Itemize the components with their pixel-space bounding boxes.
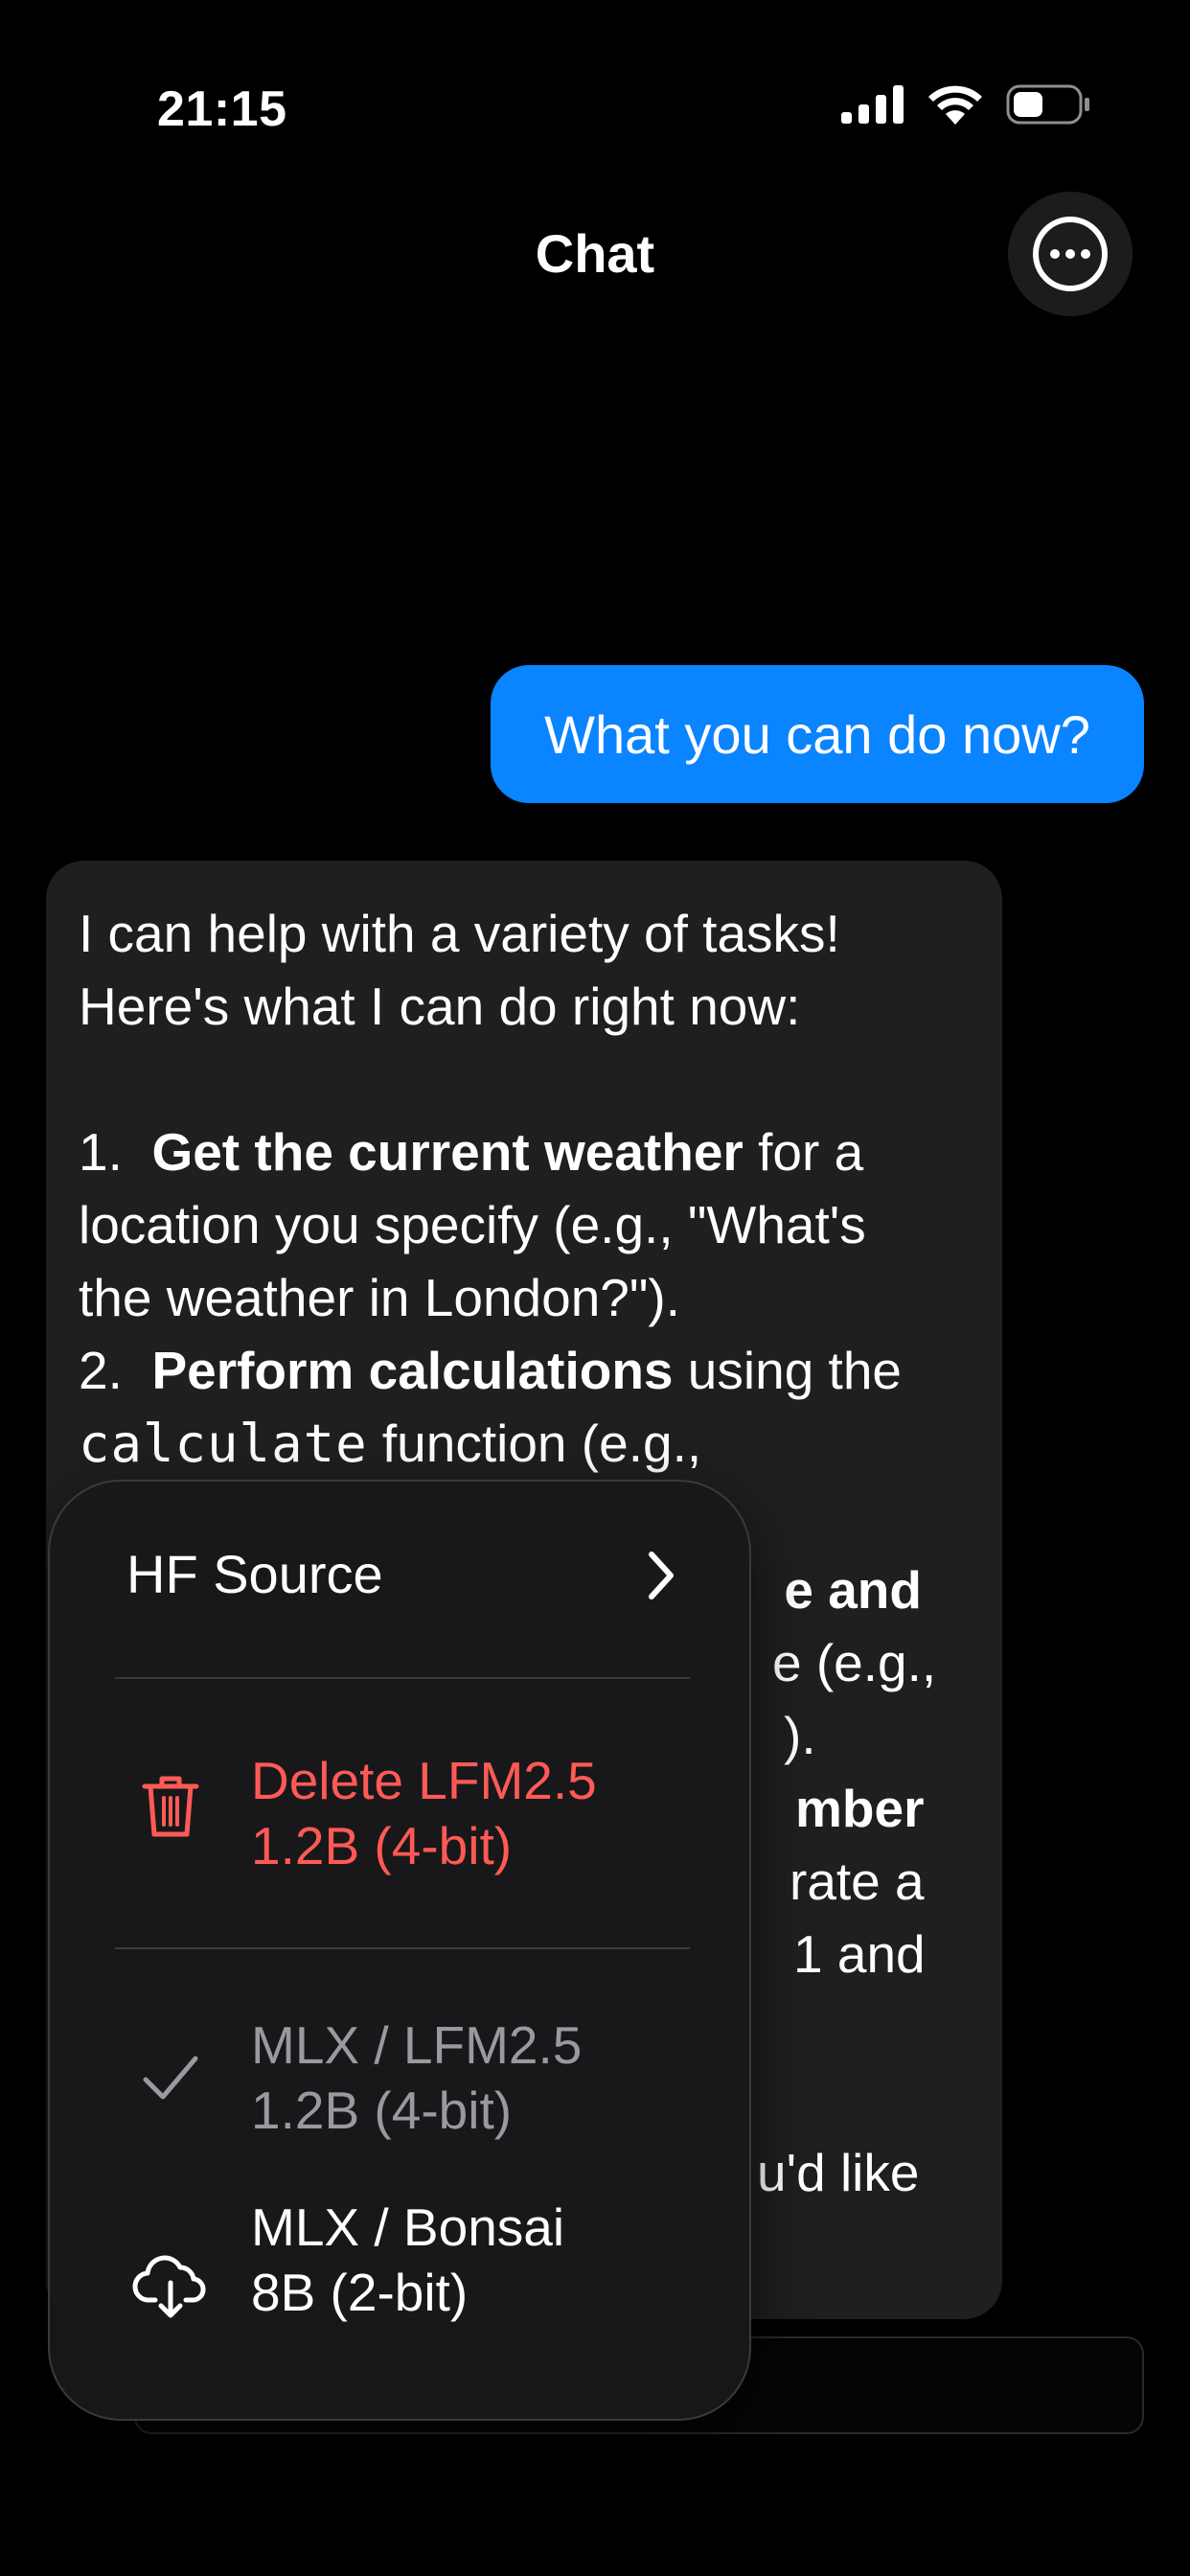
list-item-bold: Get the current weather — [151, 1122, 744, 1182]
battery-icon — [1006, 84, 1089, 125]
assistant-text: function (e.g., — [367, 1414, 702, 1473]
list-item-1: 1. Get the current weather for a — [79, 1116, 970, 1188]
assistant-text-line: calculate function (e.g., — [79, 1407, 970, 1481]
ellipsis-circle-icon — [1033, 217, 1108, 291]
menu-item-label: 8B (2-bit) — [251, 2263, 469, 2322]
wifi-icon — [928, 85, 982, 125]
status-time: 21:15 — [157, 81, 287, 137]
trash-icon — [142, 1776, 199, 1837]
list-item-2: 2. Perform calculations using the — [79, 1334, 970, 1407]
list-number: 1. — [79, 1122, 123, 1182]
list-item-text: using the — [673, 1341, 903, 1400]
list-number: 2. — [79, 1341, 123, 1400]
partial-bold-text: mber — [795, 1779, 925, 1838]
menu-item-label: Delete LFM2.5 — [251, 1751, 597, 1810]
list-item-bold: Perform calculations — [151, 1341, 674, 1400]
menu-item-label: MLX / Bonsai — [251, 2197, 565, 2257]
assistant-text-line: I can help with a variety of tasks! — [79, 904, 840, 963]
menu-item-hf-source[interactable]: HF Source — [50, 1482, 749, 1681]
cloud-download-icon — [132, 2255, 206, 2318]
chevron-right-icon — [649, 1552, 674, 1599]
assistant-text-line: Here's what I can do right now: — [79, 977, 801, 1036]
menu-item-label: HF Source — [126, 1544, 383, 1604]
more-options-button[interactable] — [1008, 192, 1133, 316]
menu-item-label: 1.2B (4-bit) — [251, 1816, 513, 1875]
partial-bold-text: e and — [784, 1560, 922, 1620]
menu-item-delete-model[interactable]: Delete LFM2.5 1.2B (4-bit) — [50, 1679, 749, 1949]
menu-item-model-bonsai[interactable]: MLX / Bonsai 8B (2-bit) — [50, 2160, 749, 2390]
checkmark-icon — [143, 2056, 198, 2100]
assistant-text-line: location you specify (e.g., "What's — [79, 1195, 866, 1254]
cellular-signal-icon — [841, 85, 904, 124]
menu-item-label: MLX / LFM2.5 — [251, 2015, 583, 2075]
menu-item-model-lfm[interactable]: MLX / LFM2.5 1.2B (4-bit) — [50, 1949, 749, 2160]
user-message-text: What you can do now? — [544, 703, 1090, 765]
menu-item-label: 1.2B (4-bit) — [251, 2081, 513, 2140]
model-context-menu: HF Source Delete LFM2.5 1.2B (4-bit) MLX… — [48, 1480, 751, 2421]
list-item-text: for a — [743, 1122, 864, 1182]
inline-code: calculate — [79, 1414, 368, 1474]
assistant-text-line: the weather in London?"). — [79, 1268, 681, 1327]
status-icons — [841, 84, 1090, 125]
user-message-bubble: What you can do now? — [491, 665, 1144, 803]
